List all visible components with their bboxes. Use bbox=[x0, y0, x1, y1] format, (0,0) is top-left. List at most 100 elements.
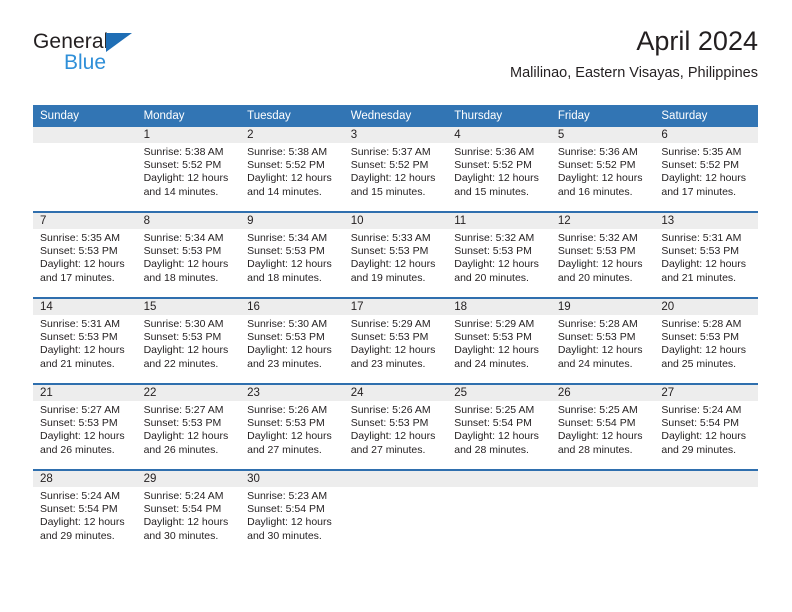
calendar-day-cell[interactable]: 5 Sunrise: 5:36 AM Sunset: 5:52 PM Daylight… bbox=[550, 127, 655, 212]
day-cell-inner: 20 Sunrise: 5:28 AM Sunset: 5:53 PM Dayligh… bbox=[654, 299, 758, 383]
calendar-day-cell[interactable]: 11 Sunrise: 5:32 AM Sunset: 5:53 PM Dayligh… bbox=[447, 211, 551, 298]
day-cell-inner: 5 Sunrise: 5:36 AM Sunset: 5:52 PM Daylight… bbox=[550, 127, 655, 211]
day-cell-inner: 22 Sunrise: 5:27 AM Sunset: 5:53 PM Dayligh… bbox=[136, 385, 241, 469]
sunset-text: Sunset: 5:53 PM bbox=[40, 245, 118, 258]
day-details: Sunrise: 5:26 AM Sunset: 5:53 PM Daylight:… bbox=[240, 401, 344, 457]
day-cell-inner: 23 Sunrise: 5:26 AM Sunset: 5:53 PM Dayligh… bbox=[240, 385, 344, 469]
sunset-text: Sunset: 5:53 PM bbox=[40, 417, 118, 430]
calendar-week-row: 7 Sunrise: 5:35 AM Sunset: 5:53 PM Daylight… bbox=[33, 211, 758, 298]
sunset-text: Sunset: 5:52 PM bbox=[661, 159, 740, 172]
day-cell-inner: 25 Sunrise: 5:25 AM Sunset: 5:54 PM Dayligh… bbox=[447, 385, 551, 469]
daylight-text-line1: Daylight: 12 hours bbox=[40, 258, 125, 271]
day-cell-inner: 1 Sunrise: 5:38 AM Sunset: 5:52 PM Daylight… bbox=[136, 127, 241, 211]
sunset-text: Sunset: 5:53 PM bbox=[143, 331, 222, 344]
sunset-text: Sunset: 5:53 PM bbox=[454, 331, 532, 344]
sunrise-text: Sunrise: 5:27 AM bbox=[40, 404, 120, 416]
day-cell-inner: 6 Sunrise: 5:35 AM Sunset: 5:52 PM Daylight… bbox=[654, 127, 758, 211]
calendar-day-cell[interactable]: 4 Sunrise: 5:36 AM Sunset: 5:52 PM Daylight… bbox=[447, 127, 551, 212]
calendar-day-cell[interactable]: 24 Sunrise: 5:26 AM Sunset: 5:53 PM Dayligh… bbox=[343, 383, 448, 470]
page-title: April 2024 bbox=[636, 26, 758, 56]
calendar-day-cell-empty bbox=[447, 469, 551, 555]
sunrise-text: Sunrise: 5:26 AM bbox=[247, 404, 328, 416]
day-cell-inner: 27 Sunrise: 5:24 AM Sunset: 5:54 PM Dayligh… bbox=[654, 385, 758, 469]
day-details: Sunrise: 5:27 AM Sunset: 5:53 PM Daylight:… bbox=[33, 401, 137, 457]
daylight-text-line2: and 22 minutes. bbox=[143, 357, 219, 370]
calendar-day-cell[interactable]: 20 Sunrise: 5:28 AM Sunset: 5:53 PM Dayligh… bbox=[654, 297, 758, 384]
calendar-day-cell[interactable]: 7 Sunrise: 5:35 AM Sunset: 5:53 PM Daylight… bbox=[33, 211, 137, 298]
sunset-text: Sunset: 5:53 PM bbox=[557, 245, 636, 258]
daylight-text-line2: and 17 minutes. bbox=[661, 185, 737, 198]
daylight-text-line2: and 25 minutes. bbox=[661, 357, 737, 370]
calendar-day-cell[interactable]: 27 Sunrise: 5:24 AM Sunset: 5:54 PM Dayligh… bbox=[654, 383, 758, 470]
day-number: 1 bbox=[136, 127, 241, 143]
sunrise-text: Sunrise: 5:26 AM bbox=[350, 404, 431, 416]
day-cell-inner: 7 Sunrise: 5:35 AM Sunset: 5:53 PM Daylight… bbox=[33, 213, 137, 297]
calendar-day-cell[interactable]: 16 Sunrise: 5:30 AM Sunset: 5:53 PM Dayligh… bbox=[240, 297, 344, 384]
day-details: Sunrise: 5:32 AM Sunset: 5:53 PM Daylight:… bbox=[551, 229, 655, 285]
sunset-text: Sunset: 5:52 PM bbox=[454, 159, 532, 172]
sunset-text: Sunset: 5:53 PM bbox=[247, 245, 325, 258]
sunrise-text: Sunrise: 5:38 AM bbox=[143, 146, 224, 158]
day-number: 21 bbox=[33, 385, 137, 401]
day-details: Sunrise: 5:36 AM Sunset: 5:52 PM Daylight:… bbox=[447, 143, 551, 199]
calendar-day-cell[interactable]: 10 Sunrise: 5:33 AM Sunset: 5:53 PM Dayligh… bbox=[343, 211, 448, 298]
calendar-day-cell[interactable]: 25 Sunrise: 5:25 AM Sunset: 5:54 PM Dayligh… bbox=[447, 383, 551, 470]
calendar-day-cell[interactable]: 28 Sunrise: 5:24 AM Sunset: 5:54 PM Dayligh… bbox=[33, 469, 137, 555]
weekday-header-friday: Friday bbox=[550, 105, 655, 127]
calendar-day-cell[interactable]: 12 Sunrise: 5:32 AM Sunset: 5:53 PM Dayligh… bbox=[550, 211, 655, 298]
daylight-text-line2: and 30 minutes. bbox=[247, 529, 322, 542]
calendar-day-cell[interactable]: 9 Sunrise: 5:34 AM Sunset: 5:53 PM Daylight… bbox=[240, 211, 344, 298]
daylight-text-line1: Daylight: 12 hours bbox=[661, 430, 747, 443]
daylight-text-line2: and 14 minutes. bbox=[247, 185, 322, 198]
day-number: 11 bbox=[447, 213, 551, 229]
daylight-text-line1: Daylight: 12 hours bbox=[247, 516, 332, 529]
daylight-text-line1: Daylight: 12 hours bbox=[661, 258, 747, 271]
sunset-text: Sunset: 5:53 PM bbox=[40, 331, 118, 344]
sunset-text: Sunset: 5:53 PM bbox=[350, 331, 429, 344]
daylight-text-line2: and 19 minutes. bbox=[350, 271, 426, 284]
sunrise-text: Sunrise: 5:38 AM bbox=[247, 146, 328, 158]
daylight-text-line2: and 18 minutes. bbox=[143, 271, 219, 284]
sunrise-text: Sunrise: 5:36 AM bbox=[557, 146, 638, 158]
day-cell-inner: 14 Sunrise: 5:31 AM Sunset: 5:53 PM Dayligh… bbox=[33, 299, 137, 383]
sunset-text: Sunset: 5:52 PM bbox=[247, 159, 325, 172]
calendar-day-cell[interactable]: 13 Sunrise: 5:31 AM Sunset: 5:53 PM Dayligh… bbox=[654, 211, 758, 298]
day-cell-inner bbox=[33, 127, 137, 211]
day-details: Sunrise: 5:36 AM Sunset: 5:52 PM Daylight:… bbox=[551, 143, 655, 199]
calendar-day-cell[interactable]: 23 Sunrise: 5:26 AM Sunset: 5:53 PM Dayligh… bbox=[240, 383, 344, 470]
calendar-day-cell[interactable]: 30 Sunrise: 5:23 AM Sunset: 5:54 PM Dayligh… bbox=[240, 469, 344, 555]
calendar-day-cell[interactable]: 29 Sunrise: 5:24 AM Sunset: 5:54 PM Dayligh… bbox=[136, 469, 241, 555]
day-details: Sunrise: 5:31 AM Sunset: 5:53 PM Daylight:… bbox=[654, 229, 758, 285]
day-details: Sunrise: 5:29 AM Sunset: 5:53 PM Daylight:… bbox=[447, 315, 551, 371]
day-cell-inner: 18 Sunrise: 5:29 AM Sunset: 5:53 PM Dayligh… bbox=[447, 299, 551, 383]
daylight-text-line2: and 27 minutes. bbox=[247, 443, 322, 456]
calendar-day-cell[interactable]: 22 Sunrise: 5:27 AM Sunset: 5:53 PM Dayligh… bbox=[136, 383, 241, 470]
daylight-text-line1: Daylight: 12 hours bbox=[40, 344, 125, 357]
calendar-day-cell-empty bbox=[33, 127, 137, 212]
calendar-day-cell[interactable]: 6 Sunrise: 5:35 AM Sunset: 5:52 PM Daylight… bbox=[654, 127, 758, 212]
calendar-day-cell[interactable]: 17 Sunrise: 5:29 AM Sunset: 5:53 PM Dayligh… bbox=[343, 297, 448, 384]
calendar-day-cell[interactable]: 18 Sunrise: 5:29 AM Sunset: 5:53 PM Dayligh… bbox=[447, 297, 551, 384]
day-details: Sunrise: 5:24 AM Sunset: 5:54 PM Daylight:… bbox=[137, 487, 241, 543]
calendar-day-cell[interactable]: 3 Sunrise: 5:37 AM Sunset: 5:52 PM Daylight… bbox=[343, 127, 448, 212]
calendar-day-cell[interactable]: 8 Sunrise: 5:34 AM Sunset: 5:53 PM Daylight… bbox=[136, 211, 241, 298]
calendar-day-cell[interactable]: 15 Sunrise: 5:30 AM Sunset: 5:53 PM Dayligh… bbox=[136, 297, 241, 384]
daylight-text-line1: Daylight: 12 hours bbox=[247, 172, 332, 185]
day-details: Sunrise: 5:38 AM Sunset: 5:52 PM Daylight:… bbox=[137, 143, 241, 199]
calendar-day-cell[interactable]: 14 Sunrise: 5:31 AM Sunset: 5:53 PM Dayligh… bbox=[33, 297, 137, 384]
day-cell-inner: 30 Sunrise: 5:23 AM Sunset: 5:54 PM Dayligh… bbox=[240, 471, 344, 555]
calendar-day-cell[interactable]: 1 Sunrise: 5:38 AM Sunset: 5:52 PM Daylight… bbox=[136, 127, 241, 212]
sunset-text: Sunset: 5:54 PM bbox=[557, 417, 636, 430]
calendar-day-cell[interactable]: 2 Sunrise: 5:38 AM Sunset: 5:52 PM Daylight… bbox=[240, 127, 344, 212]
calendar-day-cell[interactable]: 26 Sunrise: 5:25 AM Sunset: 5:54 PM Dayligh… bbox=[550, 383, 655, 470]
day-number: 6 bbox=[654, 127, 758, 143]
day-number bbox=[550, 471, 655, 487]
sunrise-text: Sunrise: 5:35 AM bbox=[40, 232, 120, 244]
day-details: Sunrise: 5:35 AM Sunset: 5:53 PM Daylight:… bbox=[33, 229, 137, 285]
day-number: 20 bbox=[654, 299, 758, 315]
calendar-week-row: 21 Sunrise: 5:27 AM Sunset: 5:53 PM Dayligh… bbox=[33, 383, 758, 470]
calendar-day-cell[interactable]: 21 Sunrise: 5:27 AM Sunset: 5:53 PM Dayligh… bbox=[33, 383, 137, 470]
sunrise-text: Sunrise: 5:27 AM bbox=[143, 404, 224, 416]
daylight-text-line2: and 21 minutes. bbox=[661, 271, 737, 284]
calendar-day-cell[interactable]: 19 Sunrise: 5:28 AM Sunset: 5:53 PM Dayligh… bbox=[550, 297, 655, 384]
